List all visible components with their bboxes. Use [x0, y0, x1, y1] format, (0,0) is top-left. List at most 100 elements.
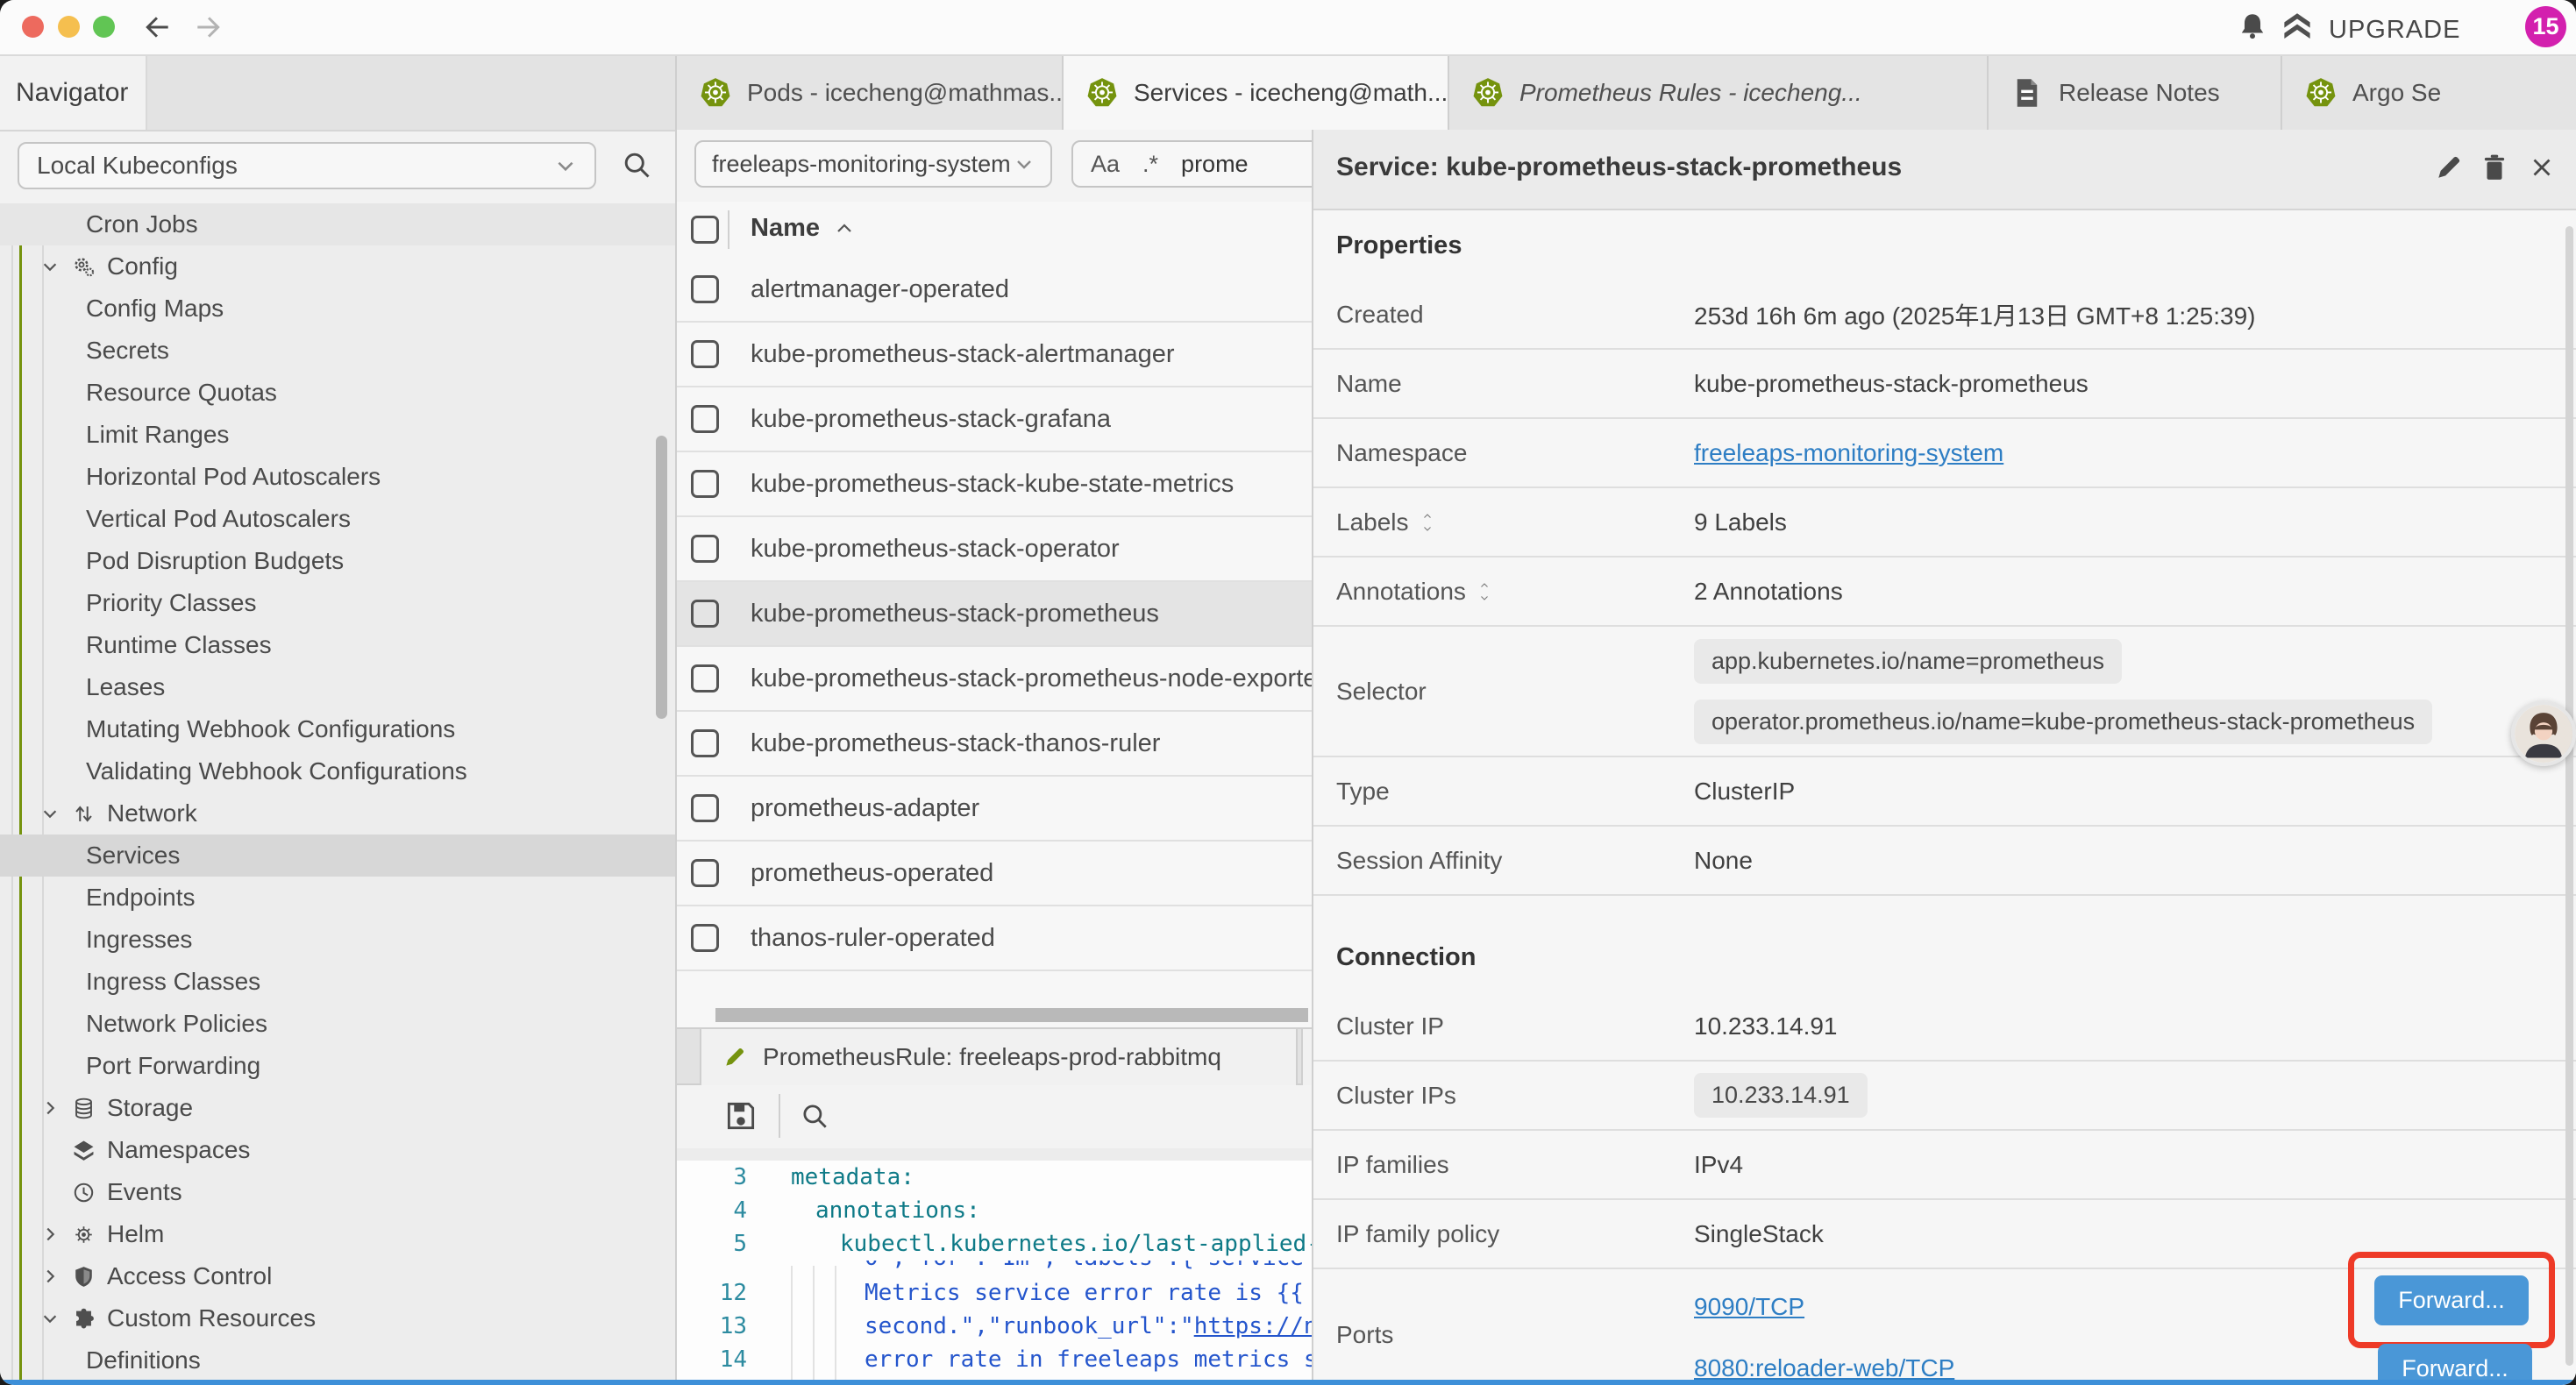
- sidebar-item-horizontal-pod-autoscalers[interactable]: Horizontal Pod Autoscalers: [0, 456, 675, 498]
- row-checkbox[interactable]: [691, 729, 719, 757]
- app-window: UPGRADE 15 Navigator Local Kubeconfigs C…: [0, 0, 2576, 1385]
- sidebar-item-leases[interactable]: Leases: [0, 666, 675, 708]
- forward-icon[interactable]: [193, 12, 223, 42]
- sidebar-item-custom-resources[interactable]: Custom Resources: [0, 1297, 675, 1339]
- sort-updown-icon[interactable]: [1420, 511, 1435, 534]
- close-icon[interactable]: [2527, 153, 2557, 182]
- property-label: Namespace: [1336, 439, 1467, 467]
- tab-pods-icecheng-mathmas[interactable]: Pods - icecheng@mathmas...: [677, 56, 1064, 130]
- kubeconfig-select[interactable]: Local Kubeconfigs: [18, 142, 596, 189]
- tab-navigator[interactable]: Navigator: [0, 56, 147, 130]
- property-row-session-affinity: Session AffinityNone: [1313, 827, 2576, 896]
- row-checkbox[interactable]: [691, 275, 719, 303]
- sidebar-item-label: Services: [0, 842, 180, 870]
- port-link[interactable]: 8080:reloader-web/TCP: [1694, 1354, 1954, 1382]
- sidebar-item-priority-classes[interactable]: Priority Classes: [0, 582, 675, 624]
- port-link[interactable]: 9090/TCP: [1694, 1293, 1804, 1321]
- tab-argo-se[interactable]: Argo Se: [2282, 56, 2576, 130]
- property-value: IPv4: [1694, 1151, 1743, 1179]
- search-input[interactable]: Aa .* prome: [1071, 140, 1334, 188]
- document-tabband: Pods - icecheng@mathmas...Services - ice…: [677, 56, 2576, 131]
- sort-updown-icon[interactable]: [1477, 580, 1492, 603]
- sidebar-item-services[interactable]: Services: [0, 835, 675, 877]
- column-divider: [728, 210, 729, 249]
- sidebar-item-cron-jobs[interactable]: Cron Jobs: [0, 203, 675, 245]
- property-row-cluster-ip: Cluster IP10.233.14.91: [1313, 992, 2576, 1062]
- row-checkbox[interactable]: [691, 859, 719, 887]
- sidebar-item-label: Cron Jobs: [0, 210, 198, 238]
- name-column-header[interactable]: Name: [751, 214, 855, 243]
- edit-pencil-icon[interactable]: [2434, 153, 2464, 182]
- sidebar-item-pod-disruption-budgets[interactable]: Pod Disruption Budgets: [0, 540, 675, 582]
- regex-toggle[interactable]: .*: [1142, 151, 1158, 178]
- back-icon[interactable]: [143, 12, 173, 42]
- sidebar-item-access-control[interactable]: Access Control: [0, 1255, 675, 1297]
- avatar[interactable]: [2511, 701, 2576, 766]
- search-icon[interactable]: [800, 1101, 829, 1131]
- match-case-toggle[interactable]: Aa: [1091, 151, 1120, 178]
- sidebar-item-runtime-classes[interactable]: Runtime Classes: [0, 624, 675, 666]
- sidebar-item-helm[interactable]: Helm: [0, 1213, 675, 1255]
- sidebar-item-network-policies[interactable]: Network Policies: [0, 1003, 675, 1045]
- sidebar-item-secrets[interactable]: Secrets: [0, 330, 675, 372]
- sidebar-item-ingress-classes[interactable]: Ingress Classes: [0, 961, 675, 1003]
- row-checkbox[interactable]: [691, 535, 719, 563]
- kubeconfig-select-value: Local Kubeconfigs: [37, 152, 238, 180]
- property-chips: 10.233.14.91: [1694, 1073, 1868, 1118]
- sidebar-item-definitions[interactable]: Definitions: [0, 1339, 675, 1381]
- table-horizontal-scrollbar[interactable]: [715, 1008, 1308, 1022]
- sidebar-item-config-maps[interactable]: Config Maps: [0, 288, 675, 330]
- row-checkbox[interactable]: [691, 924, 719, 952]
- value-chip: 10.233.14.91: [1694, 1073, 1868, 1118]
- sidebar-item-events[interactable]: Events: [0, 1171, 675, 1213]
- navigator-scrollbar[interactable]: [656, 436, 667, 719]
- row-checkbox[interactable]: [691, 340, 719, 368]
- sidebar-item-limit-ranges[interactable]: Limit Ranges: [0, 414, 675, 456]
- tab-services-icecheng-math[interactable]: Services - icecheng@math...: [1064, 56, 1449, 130]
- line-number: 14: [677, 1343, 747, 1376]
- upgrade-label[interactable]: UPGRADE: [2329, 16, 2460, 45]
- row-checkbox[interactable]: [691, 470, 719, 498]
- sidebar-item-label: Resource Quotas: [0, 379, 277, 407]
- chevron-down-icon: [40, 1309, 60, 1328]
- sidebar-item-resource-quotas[interactable]: Resource Quotas: [0, 372, 675, 414]
- search-icon[interactable]: [621, 149, 652, 181]
- sidebar-item-namespaces[interactable]: Namespaces: [0, 1129, 675, 1171]
- forward-button[interactable]: Forward...: [2378, 1344, 2532, 1385]
- tab-prometheusrule-editor[interactable]: PrometheusRule: freeleaps-prod-rabbitmq: [700, 1029, 1298, 1085]
- code-text: second.","runbook_url":"https://net: [865, 1310, 1345, 1343]
- sidebar-item-label: Limit Ranges: [0, 421, 229, 449]
- sidebar-item-ingresses[interactable]: Ingresses: [0, 919, 675, 961]
- namespace-filter-select[interactable]: freeleaps-monitoring-system: [694, 140, 1052, 188]
- sidebar-item-config[interactable]: Config: [0, 245, 675, 288]
- property-label: IP family policy: [1336, 1220, 1499, 1248]
- tab-prometheus-rules-icecheng[interactable]: Prometheus Rules - icecheng...: [1449, 56, 1989, 130]
- property-label: Annotations: [1336, 578, 1466, 606]
- notification-count-badge[interactable]: 15: [2525, 6, 2566, 47]
- sidebar-item-vertical-pod-autoscalers[interactable]: Vertical Pod Autoscalers: [0, 498, 675, 540]
- sidebar-item-network[interactable]: Network: [0, 792, 675, 835]
- row-checkbox[interactable]: [691, 600, 719, 628]
- save-icon[interactable]: [724, 1099, 758, 1133]
- drawer-scrollbar[interactable]: [2565, 226, 2573, 1366]
- sidebar-item-endpoints[interactable]: Endpoints: [0, 877, 675, 919]
- tab-release-notes[interactable]: Release Notes: [1989, 56, 2282, 130]
- close-window-button[interactable]: [22, 16, 44, 38]
- forward-button[interactable]: Forward...: [2374, 1275, 2529, 1325]
- minimize-window-button[interactable]: [58, 16, 80, 38]
- select-all-checkbox[interactable]: [691, 216, 719, 244]
- namespace-link[interactable]: freeleaps-monitoring-system: [1694, 439, 2003, 467]
- upgrade-icon[interactable]: [2281, 11, 2313, 43]
- maximize-window-button[interactable]: [93, 16, 115, 38]
- row-checkbox[interactable]: [691, 794, 719, 822]
- row-checkbox[interactable]: [691, 405, 719, 433]
- port-line: 8080:reloader-web/TCP Forward...: [1313, 1338, 2576, 1385]
- delete-trash-icon[interactable]: [2480, 153, 2509, 182]
- sidebar-item-port-forwarding[interactable]: Port Forwarding: [0, 1045, 675, 1087]
- sidebar-item-storage[interactable]: Storage: [0, 1087, 675, 1129]
- sidebar-item-mutating-webhook-configurations[interactable]: Mutating Webhook Configurations: [0, 708, 675, 750]
- row-checkbox[interactable]: [691, 664, 719, 692]
- bell-icon[interactable]: [2238, 11, 2267, 41]
- property-label: Created: [1336, 301, 1424, 329]
- sidebar-item-validating-webhook-configurations[interactable]: Validating Webhook Configurations: [0, 750, 675, 792]
